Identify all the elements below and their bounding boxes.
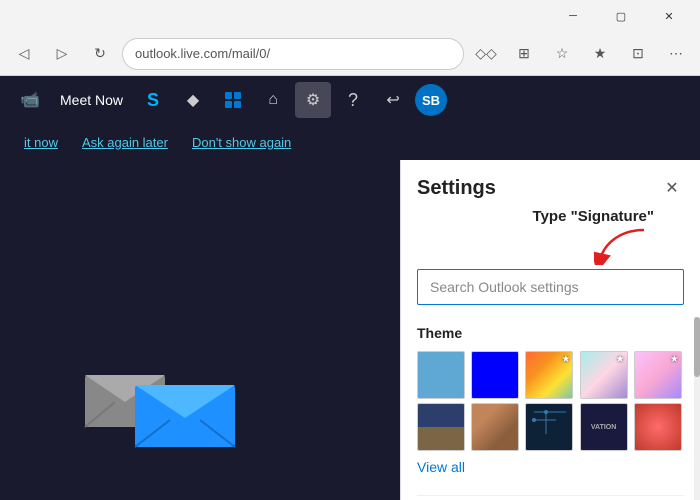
theme-swatch-blue[interactable] <box>471 351 519 399</box>
notif-link-3[interactable]: Don't show again <box>180 135 303 150</box>
video-icon[interactable]: 📹 <box>12 82 48 118</box>
theme-grid: VATION <box>417 351 684 451</box>
theme-swatch-circuit[interactable] <box>525 403 573 451</box>
settings-header: Settings ✕ <box>401 160 700 208</box>
address-bar[interactable]: outlook.live.com/mail/0/ <box>122 38 464 70</box>
main-content: Settings ✕ Type "Signature" <box>0 160 700 500</box>
browser-titlebar: ─ ▢ ✕ <box>0 0 700 32</box>
close-button[interactable]: ✕ <box>646 0 692 32</box>
collections-icon[interactable]: ◇◇ <box>470 38 502 70</box>
skype-icon[interactable]: S <box>135 82 171 118</box>
diamond-icon[interactable]: ◆ <box>175 82 211 118</box>
more-icon[interactable]: ⋯ <box>660 38 692 70</box>
browser-toolbar: ◁ ▷ ↻ outlook.live.com/mail/0/ ◇◇ ⊞ ☆ ★ … <box>0 32 700 76</box>
settings-scroll-container: Theme <box>401 317 700 500</box>
theme-swatch-pink[interactable] <box>634 351 682 399</box>
theme-swatch-trees[interactable] <box>471 403 519 451</box>
refresh-icon[interactable]: ↻ <box>84 38 116 70</box>
apps-icon[interactable]: ⊡ <box>622 38 654 70</box>
tabs-icon[interactable]: ⊞ <box>508 38 540 70</box>
home-icon[interactable]: ⌂ <box>255 82 291 118</box>
notif-link-2[interactable]: Ask again later <box>70 135 180 150</box>
focused-inbox-row: Focused Inbox i <box>417 495 684 500</box>
theme-swatch-vation[interactable]: VATION <box>580 403 628 451</box>
search-box-area <box>401 265 700 317</box>
settings-close-button[interactable]: ✕ <box>660 176 684 200</box>
tooltip-arrow-icon <box>594 225 654 265</box>
view-all-link[interactable]: View all <box>417 459 684 475</box>
mail-area <box>0 160 400 500</box>
blue-envelope-icon <box>130 370 240 450</box>
outlook-navbar: 📹 Meet Now S ◆ ⌂ ⚙ ? ↩ SB <box>0 76 700 124</box>
theme-swatch-sunset[interactable] <box>525 351 573 399</box>
theme-swatch-light-blue[interactable] <box>417 351 465 399</box>
settings-panel: Settings ✕ Type "Signature" <box>400 160 700 500</box>
theme-swatch-red[interactable] <box>634 403 682 451</box>
notification-bar: it now Ask again later Don't show again <box>0 124 700 160</box>
favorites2-icon[interactable]: ★ <box>584 38 616 70</box>
outlook-apps-icon[interactable] <box>215 82 251 118</box>
tooltip-text: Type "Signature" <box>533 208 654 225</box>
avatar[interactable]: SB <box>415 84 447 116</box>
notif-link-1[interactable]: it now <box>12 135 70 150</box>
back-icon[interactable]: ◁ <box>8 38 40 70</box>
favorites-icon[interactable]: ☆ <box>546 38 578 70</box>
forward-icon[interactable]: ▷ <box>46 38 78 70</box>
theme-swatch-mountains[interactable] <box>417 403 465 451</box>
settings-scrollbar-thumb[interactable] <box>694 317 700 377</box>
reply-icon[interactable]: ↩ <box>375 82 411 118</box>
theme-swatch-abstract1[interactable] <box>580 351 628 399</box>
settings-icon[interactable]: ⚙ <box>295 82 331 118</box>
theme-section: Theme <box>417 317 684 495</box>
theme-label: Theme <box>417 325 684 341</box>
help-icon[interactable]: ? <box>335 82 371 118</box>
settings-search-input[interactable] <box>417 269 684 305</box>
settings-title: Settings <box>417 177 496 200</box>
maximize-button[interactable]: ▢ <box>598 0 644 32</box>
meet-now-button[interactable]: Meet Now <box>52 92 131 108</box>
minimize-button[interactable]: ─ <box>550 0 596 32</box>
settings-scrollbar[interactable] <box>694 317 700 500</box>
